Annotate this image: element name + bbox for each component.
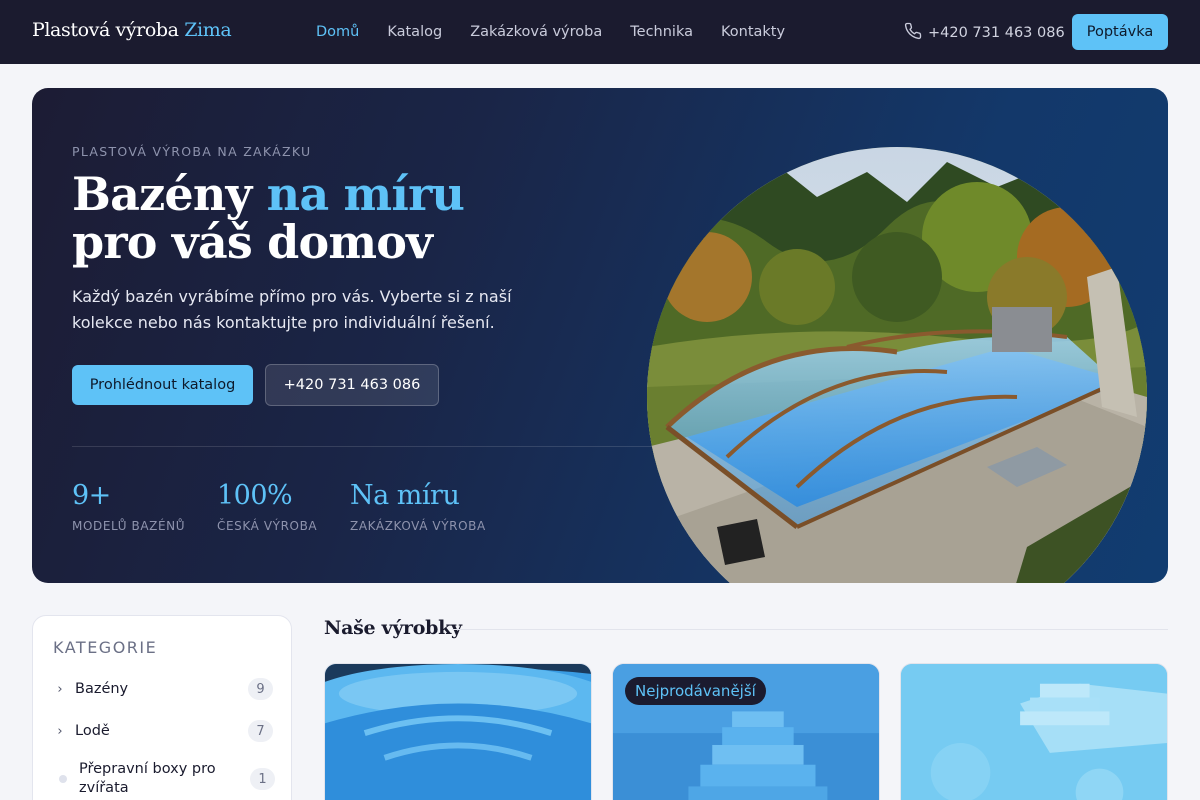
call-phone-button[interactable]: +420 731 463 086	[265, 364, 439, 406]
site-logo[interactable]: Plastová výroba Zima	[32, 19, 232, 41]
category-item-animal-boxes[interactable]: Přepravní boxy pro zvířata 1	[55, 760, 275, 798]
category-count-badge: 7	[248, 720, 273, 742]
hero-title: Bazény na míru pro váš domov	[72, 167, 465, 269]
site-header: Plastová výroba Zima Domů Katalog Zakázk…	[0, 0, 1200, 64]
chevron-right-icon: ›	[57, 723, 63, 739]
product-card[interactable]	[324, 663, 592, 800]
section-divider	[452, 629, 1168, 630]
header-phone-number: +420 731 463 086	[928, 25, 1065, 41]
category-label: Lodě	[75, 722, 110, 739]
phone-icon	[904, 22, 922, 44]
hero-title-accent: na míru	[266, 167, 465, 221]
category-count-badge: 1	[250, 768, 275, 790]
nav-item-technology[interactable]: Technika	[616, 24, 707, 40]
bestseller-badge: Nejprodávanější	[625, 677, 766, 705]
bullet-dot-icon	[59, 775, 67, 783]
category-count-badge: 9	[248, 678, 273, 700]
stat-models: 9+ MODELŮ BAZÉNŮ	[72, 480, 185, 533]
product-card[interactable]	[900, 663, 1168, 800]
category-sidebar: KATEGORIE › Bazény 9 › Lodě 7 Přepravní …	[32, 615, 292, 800]
category-label: Přepravní boxy pro zvířata	[79, 761, 216, 796]
logo-accent-text: Zima	[184, 19, 232, 41]
stat-value: 9+	[72, 480, 111, 511]
stat-custom-made: Na míru ZAKÁZKOVÁ VÝROBA	[350, 480, 486, 533]
hero-pool-photo	[647, 147, 1147, 583]
hero-title-line2: pro váš domov	[72, 215, 433, 269]
header-phone-link[interactable]: +420 731 463 086	[904, 22, 1065, 44]
hero-divider	[72, 446, 672, 447]
stat-czech-production: 100% ČESKÁ VÝROBA	[217, 480, 317, 533]
nav-item-custom-production[interactable]: Zakázková výroba	[456, 24, 616, 40]
stat-value: Na míru	[350, 480, 460, 511]
category-item-pools[interactable]: › Bazény 9	[53, 678, 273, 700]
chevron-right-icon: ›	[57, 681, 63, 697]
nav-item-home[interactable]: Domů	[302, 24, 373, 40]
browse-catalog-button[interactable]: Prohlédnout katalog	[72, 365, 253, 405]
hero-title-start: Bazény	[72, 167, 252, 221]
hero-eyebrow: PLASTOVÁ VÝROBA NA ZAKÁZKU	[72, 144, 312, 159]
hero-description: Každý bazén vyrábíme přímo pro vás. Vybe…	[72, 287, 512, 332]
inquiry-button[interactable]: Poptávka	[1072, 14, 1168, 50]
product-image	[901, 664, 1167, 800]
sidebar-title: KATEGORIE	[53, 638, 158, 657]
stat-label: MODELŮ BAZÉNŮ	[72, 519, 186, 533]
hero-banner: PLASTOVÁ VÝROBA NA ZAKÁZKU Bazény na mír…	[32, 88, 1168, 583]
main-nav: Domů Katalog Zakázková výroba Technika K…	[302, 0, 799, 64]
category-item-boats[interactable]: › Lodě 7	[53, 720, 273, 742]
category-label: Bazény	[75, 680, 129, 697]
nav-item-catalog[interactable]: Katalog	[373, 24, 456, 40]
nav-item-contacts[interactable]: Kontakty	[707, 24, 799, 40]
stat-label: ČESKÁ VÝROBA	[217, 519, 318, 533]
products-section-title: Naše výrobky	[324, 617, 462, 639]
logo-text: Plastová výroba	[32, 19, 179, 41]
product-image	[325, 664, 591, 800]
stat-value: 100%	[217, 480, 293, 511]
product-card[interactable]: Nejprodávanější	[612, 663, 880, 800]
stat-label: ZAKÁZKOVÁ VÝROBA	[350, 519, 486, 533]
